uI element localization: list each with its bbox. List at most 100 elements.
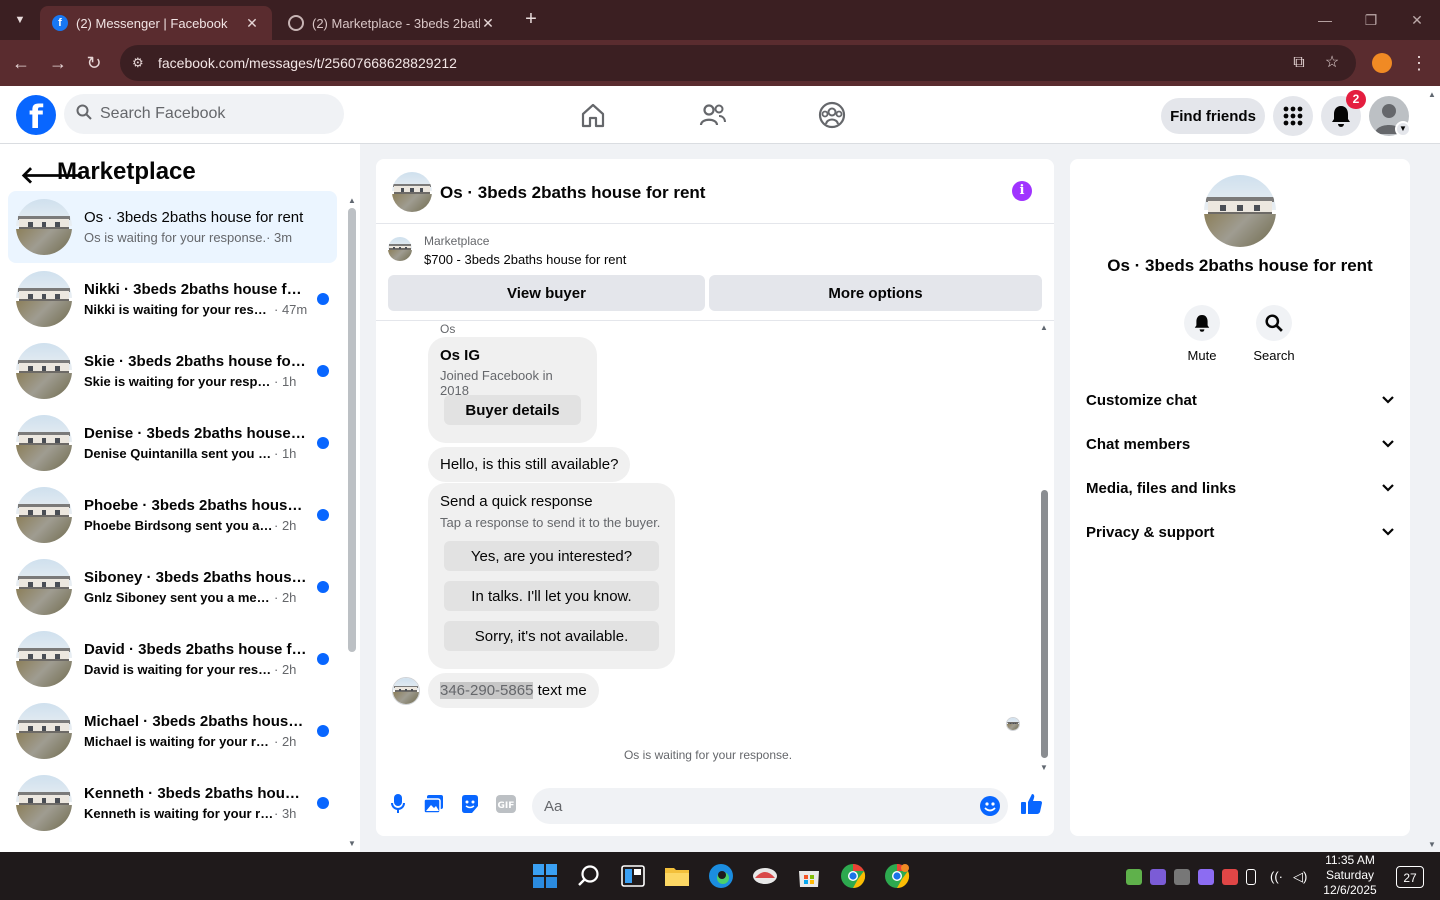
mute-button[interactable]: Mute bbox=[1172, 305, 1232, 363]
view-buyer-button[interactable]: View buyer bbox=[388, 275, 705, 311]
thumbs-up-icon[interactable] bbox=[1019, 793, 1045, 815]
buyer-details-button[interactable]: Buyer details bbox=[444, 395, 581, 425]
search-in-conversation-button[interactable]: Search bbox=[1244, 305, 1304, 363]
search-icon[interactable] bbox=[575, 862, 603, 890]
thread-scroll-up-arrow[interactable]: ▲ bbox=[1040, 323, 1048, 332]
message-text: Hello, is this still available? bbox=[440, 456, 619, 473]
listing-thumbnail-large[interactable] bbox=[1204, 175, 1276, 247]
conversation-name: Os · 3beds 2baths house for rent bbox=[84, 209, 304, 226]
address-bar[interactable]: ⚙ facebook.com/messages/t/25607668628829… bbox=[120, 45, 1356, 81]
gif-icon[interactable]: GIF bbox=[495, 793, 517, 815]
list-scrollbar[interactable] bbox=[348, 208, 356, 652]
conversation-item[interactable]: Siboney · 3beds 2baths house … Gnlz Sibon… bbox=[8, 551, 337, 623]
info-icon[interactable]: i bbox=[1012, 181, 1032, 201]
page-scroll-down-arrow[interactable]: ▼ bbox=[1428, 840, 1436, 849]
close-tab-icon[interactable]: ✕ bbox=[244, 15, 260, 32]
search-icon[interactable] bbox=[1256, 305, 1292, 341]
tray-app-icon[interactable] bbox=[1150, 869, 1166, 885]
message-input[interactable] bbox=[544, 797, 964, 815]
sender-avatar[interactable] bbox=[392, 677, 420, 705]
back-button[interactable]: ← bbox=[8, 50, 34, 76]
phone-number-text[interactable]: 346-290-5865 bbox=[440, 682, 534, 699]
microsoft-store-icon[interactable] bbox=[795, 862, 823, 890]
url-text: facebook.com/messages/t/2560766862882921… bbox=[158, 55, 457, 71]
conversation-item[interactable]: Denise · 3beds 2baths house f… Denise Qui… bbox=[8, 407, 337, 479]
photo-icon[interactable] bbox=[423, 793, 445, 815]
sticker-icon[interactable] bbox=[459, 793, 481, 815]
tab-search-button[interactable]: ▼ bbox=[8, 8, 32, 32]
restore-window-button[interactable]: ❐ bbox=[1356, 8, 1386, 32]
menu-grid-icon[interactable] bbox=[1273, 96, 1313, 136]
facebook-logo-icon[interactable]: f bbox=[16, 95, 56, 136]
emoji-icon[interactable] bbox=[980, 796, 1000, 816]
file-explorer-icon[interactable] bbox=[663, 862, 691, 890]
listing-title[interactable]: $700 - 3beds 2baths house for rent bbox=[424, 252, 626, 267]
message-input-field[interactable] bbox=[532, 788, 1008, 824]
tab-marketplace[interactable]: (2) Marketplace - 3beds 2baths ✕ bbox=[276, 6, 508, 40]
conversation-preview: Nikki is waiting for your respo... bbox=[84, 302, 274, 317]
conversation-item[interactable]: Nikki · 3beds 2baths house for… Nikki is … bbox=[8, 263, 337, 335]
conversation-item[interactable]: Phoebe · 3beds 2baths house f… Phoebe Bir… bbox=[8, 479, 337, 551]
volume-icon[interactable]: ◁) bbox=[1293, 869, 1309, 885]
close-window-button[interactable]: ✕ bbox=[1402, 8, 1432, 32]
install-app-icon[interactable]: ⧉ bbox=[1288, 52, 1310, 74]
conversation-preview: Gnlz Siboney sent you a messag... bbox=[84, 590, 274, 605]
browser-profile-icon[interactable] bbox=[1372, 53, 1392, 73]
customize-chat-row[interactable]: Customize chat bbox=[1086, 378, 1394, 422]
chevron-down-icon[interactable]: ▼ bbox=[1395, 121, 1411, 137]
battery-icon[interactable] bbox=[1246, 869, 1256, 885]
chrome-profile-icon[interactable] bbox=[883, 862, 911, 890]
edge-browser-icon[interactable] bbox=[707, 862, 735, 890]
notification-center-icon[interactable]: 27 bbox=[1396, 866, 1424, 888]
conversation-text: Skie · 3beds 2baths house for r… Skie is … bbox=[84, 353, 308, 389]
tab-messenger[interactable]: f (2) Messenger | Facebook ✕ bbox=[40, 6, 272, 40]
more-options-button[interactable]: More options bbox=[709, 275, 1042, 311]
page-scroll-up-arrow[interactable]: ▲ bbox=[1428, 90, 1436, 99]
microphone-icon[interactable] bbox=[387, 793, 409, 815]
conversation-item[interactable]: David · 3beds 2baths house fo… David is w… bbox=[8, 623, 337, 695]
wifi-icon[interactable]: ((· bbox=[1270, 869, 1286, 885]
tray-app-icon[interactable] bbox=[1126, 869, 1142, 885]
listing-thumbnail[interactable] bbox=[388, 237, 412, 261]
friends-icon[interactable] bbox=[698, 100, 728, 130]
bell-icon[interactable] bbox=[1184, 305, 1220, 341]
close-tab-icon[interactable]: ✕ bbox=[480, 15, 496, 32]
media-files-links-row[interactable]: Media, files and links bbox=[1086, 466, 1394, 510]
forward-button[interactable]: → bbox=[45, 50, 71, 76]
conversation-item[interactable]: Skie · 3beds 2baths house for r… Skie is … bbox=[8, 335, 337, 407]
find-friends-button[interactable]: Find friends bbox=[1161, 98, 1265, 134]
app-icon[interactable] bbox=[751, 862, 779, 890]
chat-members-row[interactable]: Chat members bbox=[1086, 422, 1394, 466]
reload-button[interactable]: ↻ bbox=[81, 50, 107, 76]
quick-response-option[interactable]: Yes, are you interested? bbox=[444, 541, 659, 571]
system-clock[interactable]: 11:35 AM Saturday 12/6/2025 bbox=[1316, 853, 1384, 898]
chrome-icon[interactable] bbox=[839, 862, 867, 890]
chat-title[interactable]: Os · 3beds 2baths house for rent bbox=[440, 183, 705, 203]
windows-start-icon[interactable] bbox=[531, 862, 559, 890]
bookmark-star-icon[interactable]: ☆ bbox=[1321, 52, 1343, 74]
site-info-icon[interactable]: ⚙ bbox=[132, 55, 150, 71]
browser-menu-icon[interactable]: ⋮ bbox=[1410, 52, 1428, 74]
quick-response-option[interactable]: Sorry, it's not available. bbox=[444, 621, 659, 651]
list-scroll-down-arrow[interactable]: ▼ bbox=[348, 839, 356, 848]
conversation-item[interactable]: Os · 3beds 2baths house for rent Os is wa… bbox=[8, 191, 337, 263]
list-scroll-up-arrow[interactable]: ▲ bbox=[348, 196, 356, 205]
thread-scrollbar[interactable] bbox=[1041, 490, 1048, 758]
new-tab-button[interactable]: + bbox=[520, 8, 542, 32]
minimize-window-button[interactable]: — bbox=[1310, 8, 1340, 32]
panel-title: Marketplace bbox=[57, 158, 196, 185]
privacy-support-row[interactable]: Privacy & support bbox=[1086, 510, 1394, 554]
conversation-item[interactable]: Kenneth · 3beds 2baths house … Kenneth is… bbox=[8, 767, 337, 839]
groups-icon[interactable] bbox=[817, 100, 847, 130]
tray-app-icon[interactable] bbox=[1222, 869, 1238, 885]
conversation-item[interactable]: Michael · 3beds 2baths house … Michael is… bbox=[8, 695, 337, 767]
section-label: Privacy & support bbox=[1086, 523, 1215, 541]
widgets-icon[interactable] bbox=[619, 862, 647, 890]
home-icon[interactable] bbox=[578, 100, 608, 130]
listing-thumbnail[interactable] bbox=[392, 172, 432, 212]
tray-app-icon[interactable] bbox=[1198, 869, 1214, 885]
search-bar[interactable] bbox=[64, 94, 344, 134]
search-input[interactable] bbox=[100, 105, 330, 123]
tray-app-icon[interactable] bbox=[1174, 869, 1190, 885]
quick-response-option[interactable]: In talks. I'll let you know. bbox=[444, 581, 659, 611]
